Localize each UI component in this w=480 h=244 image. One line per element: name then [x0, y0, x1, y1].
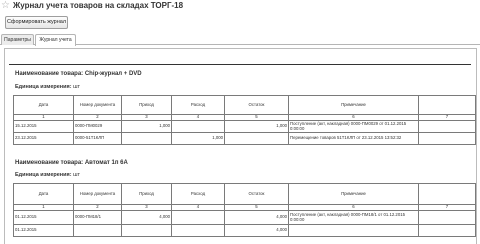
- col-header-note: Примечание: [288, 95, 419, 115]
- table-row: 01.12.2015 4,000: [13, 224, 476, 237]
- cell-note: Поступление (акт, накладная) 0000-ПМ0029…: [288, 120, 419, 133]
- generate-journal-button[interactable]: Сформировать журнал: [5, 16, 68, 29]
- title-bar: ☆ Журнал учета товаров на складах ТОРГ-1…: [0, 0, 480, 14]
- cell-balance: 4,000: [224, 210, 289, 225]
- table-header-row: Дата Номер документа Приход Расход Остат…: [13, 95, 476, 115]
- cell-blank: [418, 224, 476, 237]
- cell-doc: [73, 224, 122, 237]
- col-header-expense: Расход: [171, 95, 225, 115]
- col-header-date: Дата: [13, 95, 74, 115]
- product-title-2: Наименование товара: Автомат 1п 6А: [15, 160, 128, 166]
- unit-value-1: шт: [73, 84, 81, 90]
- cell-expense: [171, 120, 225, 133]
- cell-blank: [418, 120, 476, 133]
- cell-blank: [418, 210, 476, 225]
- col-header-blank: [418, 95, 476, 115]
- journal-table-2: Дата Номер документа Приход Расход Остат…: [13, 183, 476, 237]
- col-header-income: Приход: [121, 183, 172, 205]
- cell-income: [121, 132, 172, 145]
- table-header-row: Дата Номер документа Приход Расход Остат…: [13, 183, 476, 205]
- col-header-note: Примечание: [288, 183, 419, 205]
- report-divider: [9, 64, 471, 65]
- report-area: Наименование товара: Chip-журнал + DVD Е…: [4, 48, 477, 244]
- cell-expense: 1,000: [171, 132, 225, 145]
- unit-line-2: Единица измерения: шт: [15, 172, 80, 178]
- cell-note: Перемещение товаров 51Т1КЛП от 23.12.201…: [288, 132, 419, 145]
- col-header-balance: Остаток: [224, 95, 289, 115]
- cell-doc: 0000-ПМ18/1: [73, 210, 122, 225]
- col-header-income: Приход: [121, 95, 172, 115]
- unit-label-2: Единица измерения:: [15, 172, 72, 178]
- table-row: 15.12.2015 0000-ПМ0029 1,000 1,000 Посту…: [13, 120, 476, 133]
- unit-line-1: Единица измерения: шт: [15, 84, 80, 90]
- window-title: Журнал учета товаров на складах ТОРГ-18: [13, 1, 184, 10]
- cell-doc: 0000-ПМ0029: [73, 120, 122, 133]
- cell-doc: 0000-51Т1КЛП: [73, 132, 122, 145]
- journal-table-1: Дата Номер документа Приход Расход Остат…: [13, 95, 476, 145]
- cell-blank: [418, 132, 476, 145]
- cell-expense: [171, 224, 225, 237]
- cell-date: 15.12.2015: [13, 120, 74, 133]
- cell-income: 4,000: [121, 210, 172, 225]
- favorite-star-icon[interactable]: ☆: [1, 0, 10, 12]
- cell-date: 23.12.2015: [13, 132, 74, 145]
- col-header-balance: Остаток: [224, 183, 289, 205]
- col-header-blank: [418, 183, 476, 205]
- cell-date: 01.12.2015: [13, 224, 74, 237]
- col-header-doc-number: Номер документа: [73, 95, 122, 115]
- table-row: 23.12.2015 0000-51Т1КЛП 1,000 Перемещени…: [13, 132, 476, 145]
- unit-value-2: шт: [73, 172, 81, 178]
- cell-income: [121, 224, 172, 237]
- cell-note: Поступление (акт, накладная) 0000-ПМ18/1…: [288, 210, 419, 225]
- cell-income: 1,000: [121, 120, 172, 133]
- tab-parameters[interactable]: Параметры: [1, 34, 34, 45]
- col-header-doc-number: Номер документа: [73, 183, 122, 205]
- unit-label-1: Единица измерения:: [15, 84, 72, 90]
- tab-bar: Параметры Журнал учета: [0, 33, 480, 46]
- table-row: 01.12.2015 0000-ПМ18/1 4,000 4,000 Посту…: [13, 210, 476, 225]
- cell-expense: [171, 210, 225, 225]
- cell-balance: [224, 132, 289, 145]
- cell-balance: 1,000: [224, 120, 289, 133]
- col-header-date: Дата: [13, 183, 74, 205]
- tab-journal[interactable]: Журнал учета: [35, 34, 76, 46]
- cell-note: [288, 224, 419, 237]
- col-header-expense: Расход: [171, 183, 225, 205]
- product-title-1: Наименование товара: Chip-журнал + DVD: [15, 71, 142, 77]
- cell-date: 01.12.2015: [13, 210, 74, 225]
- cell-balance: 4,000: [224, 224, 289, 237]
